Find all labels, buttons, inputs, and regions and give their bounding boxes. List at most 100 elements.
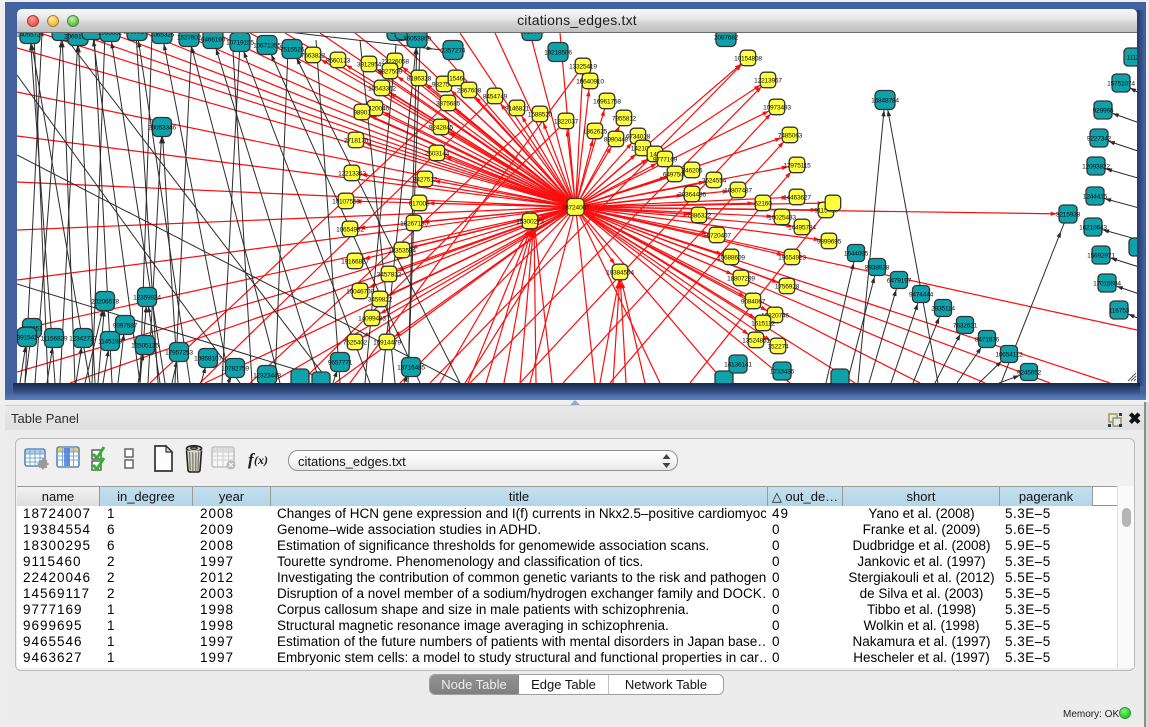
svg-text:18640910: 18640910 bbox=[576, 78, 604, 85]
svg-text:9327509: 9327509 bbox=[378, 68, 403, 75]
svg-text:19384554: 19384554 bbox=[606, 269, 634, 276]
svg-text:8427512: 8427512 bbox=[413, 176, 438, 183]
svg-text:1965332: 1965332 bbox=[98, 33, 123, 36]
svg-text:1065326: 1065326 bbox=[150, 33, 175, 38]
svg-text:12505135: 12505135 bbox=[131, 342, 159, 349]
svg-text:10719155: 10719155 bbox=[226, 39, 254, 46]
svg-text:10807487: 10807487 bbox=[724, 187, 752, 194]
svg-text:12353594: 12353594 bbox=[388, 247, 416, 254]
svg-text:6479197: 6479197 bbox=[887, 277, 912, 284]
svg-text:20364436: 20364436 bbox=[678, 191, 706, 198]
svg-text:20053346: 20053346 bbox=[148, 124, 176, 131]
svg-text:16053809: 16053809 bbox=[403, 35, 431, 42]
svg-text:7663822: 7663822 bbox=[301, 52, 326, 59]
svg-text:10046708: 10046708 bbox=[346, 288, 374, 295]
svg-text:7632621: 7632621 bbox=[953, 322, 978, 329]
svg-text:3459822: 3459822 bbox=[368, 296, 393, 303]
svg-text:17957253: 17957253 bbox=[165, 349, 193, 356]
svg-text:1244415: 1244415 bbox=[1083, 193, 1108, 200]
svg-text:17975115: 17975115 bbox=[783, 162, 811, 169]
svg-text:19166827: 19166827 bbox=[341, 258, 369, 265]
svg-text:16210643: 16210643 bbox=[1079, 224, 1107, 231]
svg-text:7955812: 7955812 bbox=[612, 115, 637, 122]
svg-text:98901: 98901 bbox=[353, 109, 371, 116]
svg-text:9245652: 9245652 bbox=[1017, 369, 1042, 376]
svg-text:817006: 817006 bbox=[409, 200, 430, 207]
svg-text:15720407: 15720407 bbox=[703, 232, 731, 239]
svg-text:9657771: 9657771 bbox=[328, 359, 353, 366]
svg-text:10654982: 10654982 bbox=[336, 226, 364, 233]
svg-text:9242845: 9242845 bbox=[429, 124, 454, 131]
svg-text:10688609: 10688609 bbox=[717, 254, 745, 261]
svg-text:12342737: 12342737 bbox=[69, 335, 97, 342]
svg-text:1546: 1546 bbox=[449, 75, 463, 82]
svg-text:2935114: 2935114 bbox=[931, 305, 955, 312]
svg-text:12323448: 12323448 bbox=[253, 372, 281, 379]
svg-text:10653267: 10653267 bbox=[123, 33, 151, 35]
svg-text:8938928: 8938928 bbox=[865, 264, 890, 271]
svg-text:16914479: 16914479 bbox=[373, 339, 401, 346]
svg-text:1733436: 1733436 bbox=[770, 368, 795, 375]
svg-text:6734028: 6734028 bbox=[626, 133, 651, 140]
svg-text:1362625: 1362625 bbox=[583, 128, 608, 135]
svg-text:14055724: 14055724 bbox=[17, 33, 44, 38]
svg-text:3215938: 3215938 bbox=[1056, 211, 1081, 218]
svg-text:746206: 746206 bbox=[682, 167, 703, 174]
svg-text:2087682: 2087682 bbox=[714, 34, 739, 41]
svg-text:13524851: 13524851 bbox=[742, 337, 770, 344]
svg-text:116753: 116753 bbox=[1109, 307, 1130, 314]
svg-text:1588520: 1588520 bbox=[528, 111, 553, 118]
svg-text:18724007: 18724007 bbox=[562, 204, 590, 211]
svg-text:14463627: 14463627 bbox=[783, 194, 811, 201]
svg-text:13716485: 13716485 bbox=[397, 364, 425, 371]
svg-text:62160: 62160 bbox=[754, 200, 772, 207]
svg-text:391541: 391541 bbox=[17, 334, 38, 341]
svg-text:2718170: 2718170 bbox=[344, 137, 369, 144]
svg-text:2603144: 2603144 bbox=[425, 150, 450, 157]
svg-text:9474444: 9474444 bbox=[909, 291, 934, 298]
svg-text:1615112: 1615112 bbox=[751, 320, 775, 327]
svg-text:1527602: 1527602 bbox=[177, 34, 202, 41]
svg-text:(x): (x) bbox=[254, 453, 268, 467]
svg-text:10543362: 10543362 bbox=[368, 85, 396, 92]
svg-text:1145193: 1145193 bbox=[98, 338, 122, 345]
svg-text:12359924: 12359924 bbox=[133, 294, 161, 301]
svg-text:7386322: 7386322 bbox=[687, 212, 712, 219]
svg-text:14099483: 14099483 bbox=[358, 315, 386, 322]
svg-text:6466160: 6466160 bbox=[201, 36, 226, 43]
svg-text:16961758: 16961758 bbox=[593, 98, 621, 105]
svg-text:16848784: 16848784 bbox=[871, 97, 899, 104]
svg-text:14495784: 14495784 bbox=[788, 224, 816, 231]
svg-text:2867608: 2867608 bbox=[457, 87, 482, 94]
svg-text:10107553: 10107553 bbox=[332, 198, 360, 205]
svg-text:10671355: 10671355 bbox=[253, 42, 281, 49]
svg-text:20206578: 20206578 bbox=[91, 298, 119, 305]
svg-text:12213363: 12213363 bbox=[338, 170, 366, 177]
svg-text:8186328: 8186328 bbox=[407, 75, 432, 82]
svg-text:9084067: 9084067 bbox=[741, 298, 766, 305]
svg-text:8660123: 8660123 bbox=[326, 57, 351, 64]
svg-text:9899695: 9899695 bbox=[817, 238, 842, 245]
svg-text:9097587: 9097587 bbox=[113, 322, 138, 329]
svg-text:10154808: 10154808 bbox=[734, 55, 762, 62]
svg-text:152274: 152274 bbox=[768, 343, 789, 350]
svg-text:1322037: 1322037 bbox=[554, 118, 579, 125]
svg-text:15751074: 15751074 bbox=[1107, 80, 1135, 87]
svg-text:18267130: 18267130 bbox=[400, 220, 428, 227]
svg-text:7485063: 7485063 bbox=[778, 132, 803, 139]
svg-text:10958107: 10958107 bbox=[194, 355, 222, 362]
svg-text:9227342: 9227342 bbox=[1087, 135, 1112, 142]
svg-text:3912954: 3912954 bbox=[357, 61, 382, 68]
svg-text:19218506: 19218506 bbox=[544, 49, 572, 56]
svg-text:3624554: 3624554 bbox=[702, 177, 727, 184]
svg-text:1756928: 1756928 bbox=[775, 283, 800, 290]
svg-text:1644095: 1644095 bbox=[844, 250, 869, 257]
svg-text:10782759: 10782759 bbox=[221, 365, 249, 372]
svg-text:12093822: 12093822 bbox=[1082, 163, 1110, 170]
svg-text:10973493: 10973493 bbox=[763, 104, 791, 111]
svg-text:8454749: 8454749 bbox=[483, 93, 508, 100]
svg-text:8471676: 8471676 bbox=[975, 336, 1000, 343]
svg-text:18807289: 18807289 bbox=[727, 275, 755, 282]
svg-text:19654923: 19654923 bbox=[778, 254, 806, 261]
svg-text:9777169: 9777169 bbox=[653, 156, 678, 163]
